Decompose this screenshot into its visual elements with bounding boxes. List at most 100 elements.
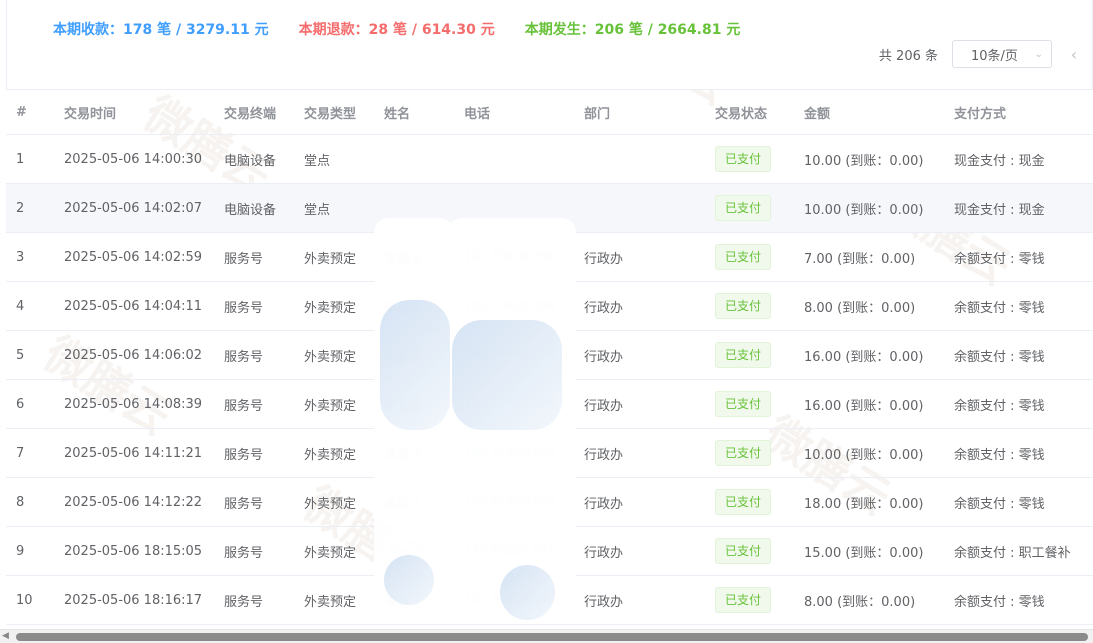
table-row[interactable]: 3 2025-05-06 14:02:59 服务号 外卖预定 黄露玉 1827593839… (6, 233, 1093, 282)
cell-amount-text: 15.00 (到账：0.00) (804, 545, 924, 561)
cell-department: 行政办 (584, 527, 712, 575)
status-badge: 已支付 (715, 342, 772, 368)
table-row[interactable]: 10 2025-05-06 18:16:17 服务号 外卖预定 黄露玉 182759383… (6, 576, 1093, 625)
cell-terminal: 服务号 (224, 380, 302, 428)
cell-amount-text: 7.00 (到账：0.00) (804, 251, 916, 267)
cell-type: 外卖预定 (304, 429, 382, 477)
cell-name-text: 黄露玉 (384, 398, 424, 414)
status-badge: 已支付 (715, 538, 772, 564)
column-header-terminal: 交易终端 (224, 106, 277, 122)
cell-department: 行政办 (584, 576, 712, 624)
cell-payment: 余额支付 : 零钱 (954, 478, 1093, 526)
cell-name-text: 黄露玉 (384, 496, 424, 512)
pagination-total: 共 206 条 (878, 48, 938, 64)
cell-time-text: 2025-05-06 14:00:30 (64, 151, 203, 167)
cell-department (584, 135, 712, 183)
cell-phone (464, 184, 582, 232)
cell-name: 黄露玉 (384, 233, 462, 281)
status-badge: 已支付 (715, 146, 772, 172)
cell-name: 黄露玉 (384, 576, 462, 624)
chevron-left-icon[interactable]: ‹ (1066, 45, 1082, 64)
cell-name-text: 黄露玉 (384, 300, 424, 316)
cell-department: 行政办 (584, 380, 712, 428)
cell-name-text: 黄露玉 (384, 349, 424, 365)
table-row[interactable]: 6 2025-05-06 14:08:39 服务号 外卖预定 黄露玉 1827593839… (6, 380, 1093, 429)
cell-status: 已支付 (715, 184, 803, 232)
cell-type: 外卖预定 (304, 282, 382, 330)
cell-name-text: 黄露玉 (384, 594, 424, 610)
cell-phone: 15578887397 (464, 527, 582, 575)
page-size-select[interactable]: 10条/页 ⌄ (952, 40, 1052, 68)
table-row[interactable]: 2 2025-05-06 14:02:07 电脑设备 堂点 已支付 10.00 (到账：0… (6, 184, 1093, 233)
table-row[interactable]: 8 2025-05-06 14:12:22 服务号 外卖预定 黄露玉 1827593839… (6, 478, 1093, 527)
cell-department-text: 行政办 (584, 447, 624, 463)
status-badge: 已支付 (715, 489, 772, 515)
cell-department-text: 行政办 (584, 251, 624, 267)
pagination: 共 206 条 10条/页 ⌄ ‹ (879, 40, 1082, 68)
chevron-down-icon: ⌄ (1034, 48, 1043, 60)
cell-amount: 16.00 (到账：0.00) (804, 380, 952, 428)
cell-terminal-text: 电脑设备 (224, 202, 277, 218)
horizontal-scrollbar[interactable]: ◀ (0, 629, 1093, 643)
cell-index-text: 7 (16, 445, 25, 461)
cell-index-text: 9 (16, 543, 25, 559)
cell-time: 2025-05-06 14:00:30 (64, 135, 222, 183)
cell-department: 行政办 (584, 478, 712, 526)
cell-name: 黄露玉 (384, 429, 462, 477)
cell-index: 3 (16, 233, 56, 281)
cell-status: 已支付 (715, 233, 803, 281)
cell-status: 已支付 (715, 576, 803, 624)
column-header-status: 交易状态 (715, 106, 768, 122)
cell-type: 外卖预定 (304, 478, 382, 526)
cell-terminal-text: 服务号 (224, 545, 264, 561)
cell-time-text: 2025-05-06 14:12:22 (64, 494, 203, 510)
cell-terminal-text: 服务号 (224, 594, 264, 610)
cell-payment-text: 余额支付 : 零钱 (954, 496, 1045, 512)
table-row[interactable]: 1 2025-05-06 14:00:30 电脑设备 堂点 已支付 10.00 (到账：0… (6, 135, 1093, 184)
cell-time-text: 2025-05-06 14:08:39 (64, 396, 203, 412)
status-badge: 已支付 (715, 440, 772, 466)
cell-department: 行政办 (584, 282, 712, 330)
cell-phone-text: 18275938399 (464, 249, 555, 265)
cell-payment-text: 余额支付 : 职工餐补 (954, 545, 1071, 561)
cell-amount: 8.00 (到账：0.00) (804, 282, 952, 330)
table-row[interactable]: 5 2025-05-06 14:06:02 服务号 外卖预定 黄露玉 1827593839… (6, 331, 1093, 380)
cell-phone: 18275938399 (464, 380, 582, 428)
cell-terminal: 服务号 (224, 576, 302, 624)
cell-name-text: 黄露玉 (384, 447, 424, 463)
cell-index: 1 (16, 135, 56, 183)
cell-time: 2025-05-06 14:08:39 (64, 380, 222, 428)
table-row[interactable]: 4 2025-05-06 14:04:11 服务号 外卖预定 黄露玉 1827593839… (6, 282, 1093, 331)
cell-terminal-text: 服务号 (224, 349, 264, 365)
cell-department: 行政办 (584, 331, 712, 379)
status-badge: 已支付 (715, 391, 772, 417)
status-badge: 已支付 (715, 293, 772, 319)
cell-type-text: 外卖预定 (304, 545, 357, 561)
summary-refund: 本期退款：28 笔 / 614.30 元 (298, 22, 495, 38)
cell-time: 2025-05-06 14:04:11 (64, 282, 222, 330)
cell-time-text: 2025-05-06 14:06:02 (64, 347, 203, 363)
scroll-left-icon[interactable]: ◀ (2, 631, 9, 641)
cell-payment-text: 余额支付 : 零钱 (954, 251, 1045, 267)
cell-phone: 18275938399 (464, 478, 582, 526)
summary-occurred: 本期发生：206 笔 / 2664.81 元 (524, 22, 741, 38)
status-badge: 已支付 (715, 587, 772, 613)
cell-terminal: 服务号 (224, 233, 302, 281)
cell-terminal: 服务号 (224, 282, 302, 330)
cell-index-text: 2 (16, 200, 25, 216)
scrollbar-thumb[interactable] (16, 633, 1088, 641)
cell-payment: 余额支付 : 职工餐补 (954, 527, 1093, 575)
cell-payment-text: 余额支付 : 零钱 (954, 594, 1045, 610)
cell-index-text: 10 (16, 592, 33, 608)
cell-phone: 18275938399 (464, 282, 582, 330)
cell-type: 外卖预定 (304, 527, 382, 575)
column-header-amount: 金额 (804, 106, 831, 122)
table-row[interactable]: 9 2025-05-06 18:15:05 服务号 外卖预定 十一 15578887397… (6, 527, 1093, 576)
cell-amount: 18.00 (到账：0.00) (804, 478, 952, 526)
cell-terminal: 服务号 (224, 527, 302, 575)
cell-type-text: 外卖预定 (304, 447, 357, 463)
cell-terminal: 服务号 (224, 478, 302, 526)
cell-status: 已支付 (715, 135, 803, 183)
cell-payment: 现金支付 : 现金 (954, 184, 1093, 232)
table-row[interactable]: 7 2025-05-06 14:11:21 服务号 外卖预定 黄露玉 1827593839… (6, 429, 1093, 478)
